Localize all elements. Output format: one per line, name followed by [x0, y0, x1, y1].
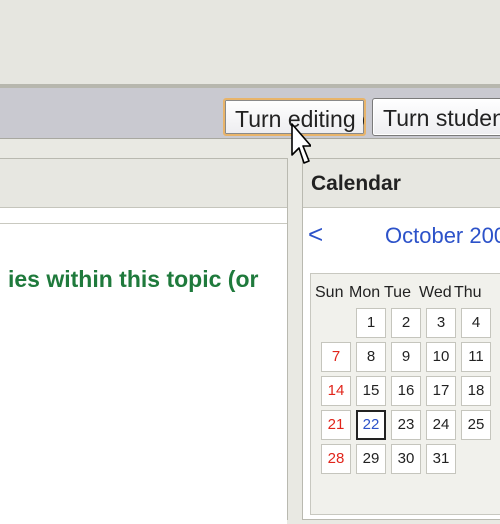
calendar-day[interactable]: 11: [461, 342, 491, 372]
weekday-header: Tue: [384, 284, 411, 301]
course-content-panel: [0, 158, 288, 524]
calendar-day[interactable]: 29: [356, 444, 386, 474]
calendar-day[interactable]: 25: [461, 410, 491, 440]
previous-month-link[interactable]: <: [308, 219, 323, 250]
calendar-block: Calendar < October 2007 Sun MonTue WedThu 1…: [302, 158, 500, 520]
weekday-header: Thu: [454, 284, 482, 301]
calendar-day[interactable]: 21: [321, 410, 351, 440]
mouse-pointer-icon: [291, 123, 311, 164]
calendar-day[interactable]: 23: [391, 410, 421, 440]
topic-summary-text: ies within this topic (or: [8, 266, 259, 292]
weekday-header: Sun: [315, 284, 344, 301]
weekday-header: Wed: [419, 284, 452, 301]
calendar-day[interactable]: 10: [426, 342, 456, 372]
page-header-band: [0, 0, 500, 86]
calendar-month-label[interactable]: October 2007: [385, 223, 500, 249]
calendar-day[interactable]: 15: [356, 376, 386, 406]
calendar-day[interactable]: 4: [461, 308, 491, 338]
calendar-day[interactable]: 14: [321, 376, 351, 406]
calendar-title: Calendar: [311, 172, 401, 195]
weekday-header: Mon: [349, 284, 381, 301]
calendar-day[interactable]: 24: [426, 410, 456, 440]
calendar-day[interactable]: 30: [391, 444, 421, 474]
calendar-day[interactable]: 3: [426, 308, 456, 338]
calendar-day[interactable]: 16: [391, 376, 421, 406]
course-content-header: [0, 159, 287, 208]
calendar-block-header: Calendar: [303, 159, 500, 208]
calendar-day[interactable]: 31: [426, 444, 456, 474]
turn-student-view-button[interactable]: Turn student vi: [372, 98, 500, 136]
calendar-day[interactable]: 2: [391, 308, 421, 338]
calendar-day[interactable]: 9: [391, 342, 421, 372]
calendar-day[interactable]: 28: [321, 444, 351, 474]
calendar-day-today[interactable]: 22: [356, 410, 386, 440]
calendar-day[interactable]: 7: [321, 342, 351, 372]
calendar-day[interactable]: 18: [461, 376, 491, 406]
calendar-day[interactable]: 8: [356, 342, 386, 372]
calendar-grid: Sun Mon Tue Wed Thu 1 2 3 4 7 8 9 10 11 14 15 16 17 18 21 22…: [310, 273, 500, 515]
calendar-day[interactable]: 17: [426, 376, 456, 406]
calendar-day[interactable]: 1: [356, 308, 386, 338]
